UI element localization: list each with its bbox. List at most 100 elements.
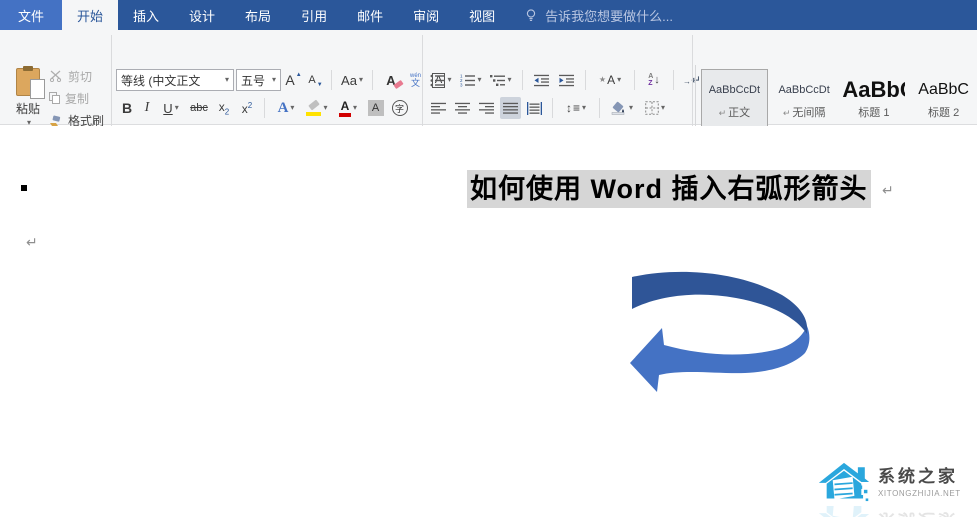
sort-button[interactable]: AZ ↓ <box>643 69 665 91</box>
style-heading1[interactable]: AaBbC 标题 1 <box>841 69 908 127</box>
shrink-font-button[interactable]: A ▼ <box>306 69 325 91</box>
line-spacing-button[interactable]: ↕≡ ▾ <box>560 97 592 119</box>
watermark-text: 系统之家 XITONGZHIJIA.NET <box>878 467 961 498</box>
borders-icon <box>645 101 659 115</box>
cut-label: 剪切 <box>68 68 92 85</box>
justify-button[interactable] <box>500 97 521 119</box>
style-sample: AaBbC <box>842 75 905 105</box>
styles-gallery: AaBbCcDt ↵正文 AaBbCcDt ↵无间隔 AaBbC 标题 1 Aa… <box>695 65 977 131</box>
arrow-back-band <box>632 272 807 334</box>
text-effects-icon: A <box>278 100 289 117</box>
numbering-button[interactable]: 1 2 3 ▾ <box>458 69 484 91</box>
font-group-row1: 等线 (中文正文 ▾ 五号 ▾ A ▲ A ▼ Aa ▾ A <box>116 69 449 91</box>
style-name: 标题 2 <box>928 105 959 121</box>
clipboard-small-buttons: 剪切 复制 格式刷 <box>44 65 109 131</box>
tab-file[interactable]: 文件 <box>0 0 62 30</box>
font-color-icon: A <box>339 100 351 117</box>
strikethrough-glyph: abc <box>190 102 208 114</box>
separator <box>552 98 553 118</box>
align-left-button[interactable] <box>428 97 449 119</box>
sort-icon: AZ ↓ <box>648 73 660 87</box>
watermark-site-url: XITONGZHIJIA.NET <box>878 489 961 498</box>
bullets-button[interactable]: ▾ <box>428 69 454 91</box>
align-center-icon <box>455 102 470 115</box>
tab-design[interactable]: 设计 <box>174 0 230 30</box>
cut-button[interactable]: 剪切 <box>44 65 109 87</box>
increase-indent-button[interactable] <box>556 69 577 91</box>
bold-glyph: B <box>122 100 132 116</box>
separator <box>599 98 600 118</box>
borders-button[interactable]: ▾ <box>640 97 670 119</box>
strikethrough-button[interactable]: abc <box>187 97 211 119</box>
align-right-icon <box>479 102 494 115</box>
copy-button[interactable]: 复制 <box>44 87 109 109</box>
font-color-button[interactable]: A ▾ <box>334 97 362 119</box>
font-name-combo[interactable]: 等线 (中文正文 ▾ <box>116 69 234 91</box>
shading-button[interactable]: ▾ <box>607 97 637 119</box>
separator <box>372 70 373 90</box>
chevron-down-icon: ▾ <box>582 104 586 112</box>
grow-font-button[interactable]: A ▲ <box>283 69 304 91</box>
ribbon-home: 粘贴 ▾ 剪切 复制 格式刷 <box>0 30 977 125</box>
line-spacing-icon: ↕≡ <box>566 102 580 114</box>
paste-clipboard-icon <box>16 68 40 96</box>
change-case-glyph: Aa <box>341 73 357 88</box>
tell-me-hint: 告诉我您想要做什么... <box>545 6 673 25</box>
style-sample: AaBbC <box>918 75 969 105</box>
watermark-logo-icon <box>818 459 870 505</box>
tab-view[interactable]: 视图 <box>454 0 510 30</box>
chevron-down-icon: ▾ <box>353 104 357 112</box>
decrease-indent-button[interactable] <box>531 69 552 91</box>
font-size-value: 五号 <box>241 72 265 89</box>
font-size-combo[interactable]: 五号 ▾ <box>236 69 281 91</box>
change-case-button[interactable]: Aa ▾ <box>338 69 366 91</box>
distribute-button[interactable] <box>524 97 545 119</box>
tab-references[interactable]: 引用 <box>286 0 342 30</box>
distribute-icon <box>527 102 542 115</box>
asian-layout-button[interactable]: ★A ▾ <box>594 69 626 91</box>
chevron-down-icon: ▾ <box>447 76 451 84</box>
subscript-button[interactable]: x2 <box>214 97 234 119</box>
multilevel-list-button[interactable]: ▾ <box>488 69 514 91</box>
title-paragraph: 如何使用 Word 插入右弧形箭头 ↵ <box>0 170 977 208</box>
phonetic-guide-icon: wén 文 <box>410 73 421 88</box>
selected-title-text[interactable]: 如何使用 Word 插入右弧形箭头 <box>467 170 871 208</box>
paragraph-group-row1: ▾ 1 2 3 ▾ ▾ <box>428 69 702 91</box>
separator <box>634 70 635 90</box>
document-canvas[interactable]: 如何使用 Word 插入右弧形箭头 ↵ ↵ <box>0 126 977 517</box>
font-group-row2: B I U ▾ abc x2 x2 A ▾ ▾ <box>118 97 410 119</box>
asian-layout-icon: ★A <box>599 74 615 86</box>
align-right-button[interactable] <box>476 97 497 119</box>
style-heading2[interactable]: AaBbC 标题 2 <box>910 69 977 127</box>
tab-insert[interactable]: 插入 <box>118 0 174 30</box>
chevron-down-icon: ▾ <box>225 76 229 84</box>
chevron-down-icon: ▾ <box>477 76 481 84</box>
italic-button[interactable]: I <box>139 97 155 119</box>
align-center-button[interactable] <box>452 97 473 119</box>
curved-arrow-shape[interactable] <box>626 257 812 399</box>
svg-text:3: 3 <box>460 82 463 86</box>
tab-home[interactable]: 开始 <box>62 0 118 30</box>
tab-layout[interactable]: 布局 <box>230 0 286 30</box>
clear-formatting-button[interactable]: A <box>379 69 403 91</box>
tab-review[interactable]: 审阅 <box>398 0 454 30</box>
word-window: 文件 开始 插入 设计 布局 引用 邮件 审阅 视图 告诉我您想要做什么... … <box>0 0 977 517</box>
paint-bucket-icon <box>611 101 627 115</box>
superscript-button[interactable]: x2 <box>237 97 257 119</box>
character-shading-button[interactable]: A <box>365 97 386 119</box>
separator <box>673 70 674 90</box>
style-no-spacing[interactable]: AaBbCcDt ↵无间隔 <box>771 69 838 127</box>
tell-me-search[interactable]: 告诉我您想要做什么... <box>524 0 673 30</box>
increase-indent-icon <box>559 74 574 87</box>
style-sample: AaBbCcDt <box>778 75 829 105</box>
underline-button[interactable]: U ▾ <box>158 97 184 119</box>
watermark-text: 系统之家 XITONGZHIJIA.NET <box>878 506 961 517</box>
enclose-characters-button[interactable]: 字 <box>389 97 410 119</box>
chevron-down-icon: ▾ <box>359 76 363 84</box>
bold-button[interactable]: B <box>118 97 136 119</box>
clear-formatting-icon: A <box>386 73 395 88</box>
text-effects-button[interactable]: A ▾ <box>272 97 300 119</box>
style-normal[interactable]: AaBbCcDt ↵正文 <box>701 69 768 127</box>
tab-mailings[interactable]: 邮件 <box>342 0 398 30</box>
text-highlight-button[interactable]: ▾ <box>303 97 331 119</box>
